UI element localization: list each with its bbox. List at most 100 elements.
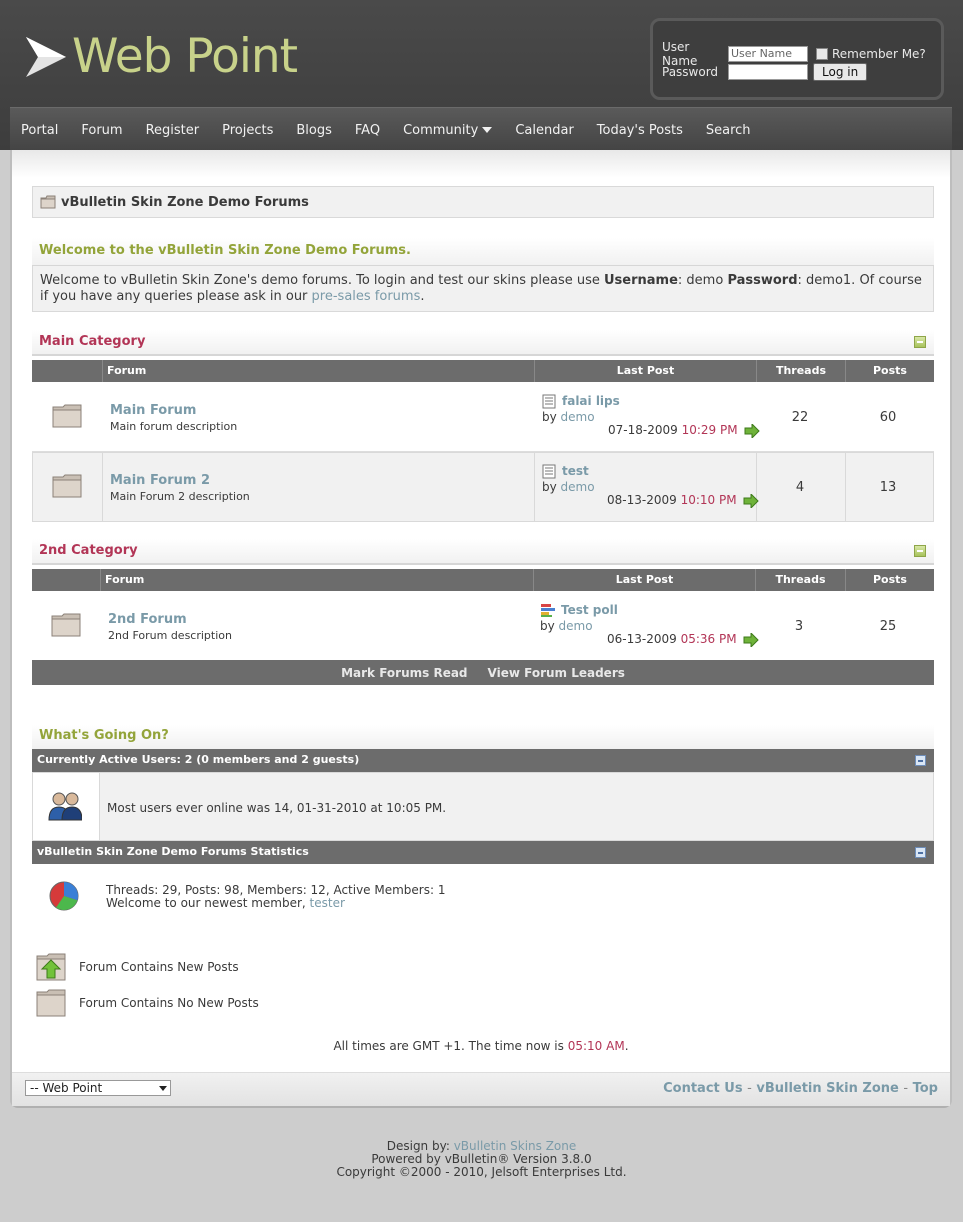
nav-faq[interactable]: FAQ <box>355 123 380 138</box>
last-post-date-text: 06-13-2009 <box>607 632 677 646</box>
password-input[interactable] <box>728 64 808 80</box>
legend-new-posts: Forum Contains New Posts <box>36 953 239 981</box>
login-box: User Name User Name Remember Me? Passwor… <box>650 18 944 100</box>
legend-no-new-posts: Forum Contains No New Posts <box>36 989 259 1017</box>
nav-projects[interactable]: Projects <box>222 123 273 138</box>
active-users-bar: Currently Active Users: 2 (0 members and… <box>32 749 934 772</box>
login-button[interactable]: Log in <box>813 63 868 81</box>
welcome-title: Welcome to the vBulletin Skin Zone Demo … <box>39 243 411 258</box>
password-label: Password <box>662 65 719 79</box>
column-header-threads: Threads <box>755 569 845 591</box>
author-link[interactable]: demo <box>559 619 593 633</box>
whats-going-on-title: What's Going On? <box>39 728 169 743</box>
time-info-suffix: . <box>624 1039 629 1053</box>
logo-text: Web Point <box>72 29 298 84</box>
pie-chart-icon <box>49 881 79 911</box>
post-count: 60 <box>879 410 897 425</box>
column-header-posts: Posts <box>845 569 934 591</box>
column-header-threads: Threads <box>756 360 845 382</box>
remember-me-checkbox[interactable] <box>816 48 828 60</box>
chevron-down-icon <box>159 1086 167 1091</box>
nav-portal[interactable]: Portal <box>21 123 58 138</box>
last-post-date: 06-13-2009 05:36 PM <box>607 632 760 647</box>
view-forum-leaders-link[interactable]: View Forum Leaders <box>488 666 625 680</box>
welcome-text: : demo <box>677 273 728 288</box>
last-post-time: 10:10 PM <box>680 493 737 507</box>
nav-search[interactable]: Search <box>706 123 751 138</box>
forum-title-link[interactable]: 2nd Forum <box>108 612 187 627</box>
statistics-title[interactable]: vBulletin Skin Zone Demo Forums Statisti… <box>37 845 309 858</box>
last-post-date: 07-18-2009 10:29 PM <box>608 423 761 438</box>
last-post-title-link[interactable]: falai lips <box>562 394 620 408</box>
contact-us-link[interactable]: Contact Us <box>663 1081 742 1096</box>
thread-count: 22 <box>791 410 809 425</box>
time-info: All times are GMT +1. The time now is 05… <box>12 1039 950 1053</box>
forum-table-header: Forum Last Post Threads Posts <box>32 360 934 382</box>
copyright-block: Design by: vBulletin Skins Zone Powered … <box>0 1140 963 1179</box>
post-document-icon <box>542 394 556 409</box>
nav-community-label: Community <box>403 122 479 138</box>
folder-icon <box>52 404 82 428</box>
category-header-main: Main Category <box>32 330 934 356</box>
active-users-title[interactable]: Currently Active Users: 2 (0 members and… <box>37 753 359 766</box>
nav-community[interactable]: Community <box>403 122 493 138</box>
collapse-icon[interactable] <box>914 545 926 557</box>
statistics-row: Threads: 29, Posts: 98, Members: 12, Act… <box>32 865 934 931</box>
welcome-message: Welcome to vBulletin Skin Zone's demo fo… <box>32 266 934 312</box>
forum-description: Main Forum 2 description <box>110 490 250 503</box>
folder-icon <box>40 195 56 209</box>
design-by-link[interactable]: vBulletin Skins Zone <box>454 1139 577 1153</box>
forum-row: Main Forum 2 Main Forum 2 description te… <box>32 452 934 522</box>
mark-forums-read-link[interactable]: Mark Forums Read <box>341 666 467 680</box>
collapse-icon[interactable] <box>915 755 926 766</box>
top-link[interactable]: Top <box>913 1081 938 1096</box>
welcome-username-label: Username <box>604 273 678 288</box>
forum-title-link[interactable]: Main Forum 2 <box>110 473 210 488</box>
nav-todays-posts[interactable]: Today's Posts <box>597 123 683 138</box>
nav-calendar[interactable]: Calendar <box>515 123 573 138</box>
go-to-last-post-icon[interactable] <box>743 632 760 647</box>
welcome-text: . <box>420 289 425 304</box>
go-to-last-post-icon[interactable] <box>743 493 760 508</box>
nav-register[interactable]: Register <box>146 123 200 138</box>
current-time: 05:10 AM <box>567 1039 625 1053</box>
column-header-forum: Forum <box>100 569 532 591</box>
column-header-last-post: Last Post <box>534 360 756 382</box>
nav-forum[interactable]: Forum <box>81 123 122 138</box>
post-count: 25 <box>879 619 897 634</box>
forum-description: 2nd Forum description <box>108 629 232 642</box>
main-navbar: Portal Forum Register Projects Blogs FAQ… <box>10 107 952 151</box>
forum-title-link[interactable]: Main Forum <box>110 403 196 418</box>
category-header-2nd: 2nd Category <box>32 539 934 565</box>
welcome-title-bar: Welcome to the vBulletin Skin Zone Demo … <box>32 238 934 266</box>
users-icon <box>48 792 82 821</box>
pre-sales-forums-link[interactable]: pre-sales forums <box>312 289 421 304</box>
go-to-last-post-icon[interactable] <box>744 423 761 438</box>
username-input[interactable]: User Name <box>728 46 808 62</box>
last-post-date-text: 08-13-2009 <box>607 493 677 507</box>
most-users-online-text: Most users ever online was 14, 01-31-201… <box>107 801 447 815</box>
by-label: by <box>540 619 555 633</box>
last-post-title-link[interactable]: Test poll <box>561 603 618 617</box>
author-link[interactable]: demo <box>561 410 595 424</box>
by-label: by <box>542 410 557 424</box>
site-logo[interactable]: Web Point <box>24 29 298 84</box>
collapse-icon[interactable] <box>914 336 926 348</box>
folder-icon <box>52 474 82 498</box>
skin-zone-link[interactable]: vBulletin Skin Zone <box>756 1081 899 1096</box>
author-link[interactable]: demo <box>561 480 595 494</box>
category-title[interactable]: Main Category <box>39 334 145 349</box>
last-post-date-text: 07-18-2009 <box>608 423 678 437</box>
folder-icon <box>51 613 81 637</box>
thread-count: 3 <box>794 619 804 634</box>
welcome-text: Welcome to vBulletin Skin Zone's demo fo… <box>40 273 604 288</box>
collapse-icon[interactable] <box>915 847 926 858</box>
newest-member-link[interactable]: tester <box>310 896 345 910</box>
copyright-text: Copyright ©2000 - 2010, Jelsoft Enterpri… <box>336 1165 627 1179</box>
category-title[interactable]: 2nd Category <box>39 543 138 558</box>
nav-blogs[interactable]: Blogs <box>296 123 332 138</box>
breadcrumb-title[interactable]: vBulletin Skin Zone Demo Forums <box>61 195 309 210</box>
style-chooser-select[interactable]: -- Web Point <box>25 1080 171 1096</box>
last-post-title-link[interactable]: test <box>562 464 589 478</box>
thread-count: 4 <box>795 480 805 495</box>
